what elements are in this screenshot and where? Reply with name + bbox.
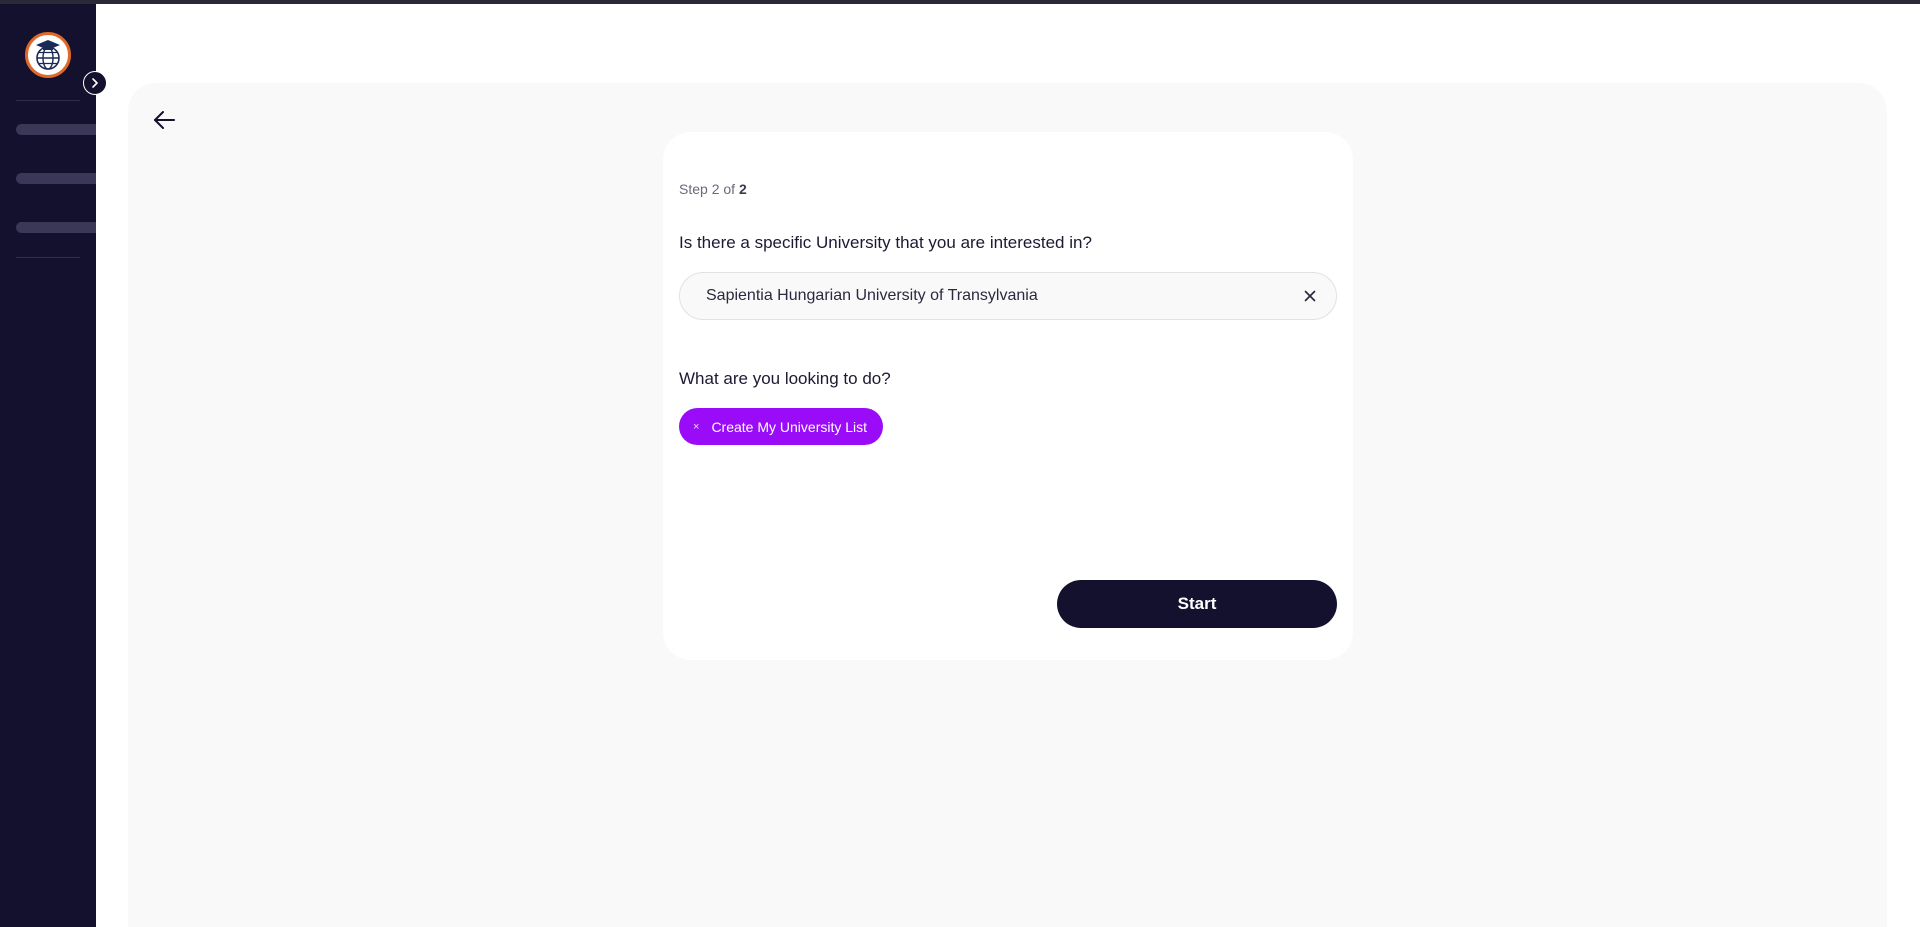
close-icon (1304, 290, 1316, 302)
app-logo[interactable] (25, 32, 71, 78)
chip-label: Create My University List (711, 418, 868, 435)
back-button[interactable] (150, 106, 178, 134)
university-field (679, 272, 1337, 320)
globe-graduation-cap-icon (36, 40, 60, 70)
chip-remove-icon[interactable]: × (693, 421, 699, 433)
sidebar-item-placeholder (16, 124, 96, 135)
step-prefix: Step 2 of (679, 181, 739, 197)
goal-question: What are you looking to do? (679, 369, 891, 388)
sidebar-divider (16, 257, 80, 258)
clear-university-button[interactable] (1300, 286, 1320, 306)
university-input[interactable] (706, 287, 1300, 305)
chevron-right-icon (92, 78, 98, 88)
university-question: Is there a specific University that you … (679, 233, 1092, 252)
sidebar (0, 4, 96, 927)
wizard-card: Step 2 of 2 Is there a specific Universi… (663, 132, 1353, 660)
sidebar-divider (16, 100, 80, 101)
top-strip (0, 0, 1920, 4)
step-indicator: Step 2 of 2 (679, 181, 747, 197)
sidebar-item-placeholder (16, 173, 96, 184)
sidebar-item-placeholder (16, 222, 96, 233)
start-button[interactable]: Start (1057, 580, 1337, 628)
arrow-left-icon (154, 111, 175, 129)
goal-chip-create-university-list[interactable]: × Create My University List (679, 408, 884, 445)
sidebar-toggle-button[interactable] (83, 71, 107, 95)
step-total: 2 (738, 181, 747, 197)
